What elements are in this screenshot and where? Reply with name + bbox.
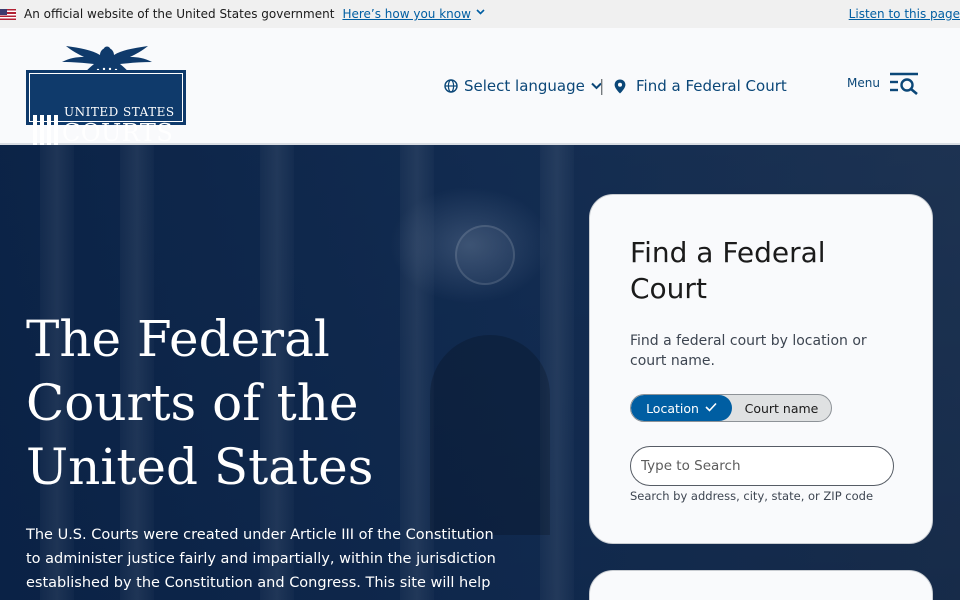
menu-search-icon bbox=[889, 72, 918, 95]
nav-separator: | bbox=[599, 76, 605, 95]
hero-description: The U.S. Courts were created under Artic… bbox=[26, 527, 496, 600]
check-icon bbox=[705, 401, 717, 415]
gov-banner: An official website of the United States… bbox=[0, 0, 960, 28]
menu-label: Menu bbox=[847, 76, 880, 90]
find-court-card-title: Find a Federal Court bbox=[630, 236, 826, 305]
find-federal-court-label: Find a Federal Court bbox=[636, 77, 787, 95]
menu-button[interactable]: Menu bbox=[847, 70, 920, 96]
logo-text-line1: UNITED STATES bbox=[64, 105, 175, 119]
heres-how-you-know-label: Here’s how you know bbox=[342, 7, 471, 21]
hero-title: The Federal Courts of the United States bbox=[26, 310, 374, 496]
court-name-option-label: Court name bbox=[744, 400, 819, 416]
find-court-card-description: Find a federal court by location or cour… bbox=[630, 333, 867, 369]
select-language-label: Select language bbox=[464, 77, 585, 95]
logo-plaque: UNITED STATES COURTS bbox=[26, 70, 186, 149]
location-option-label: Location bbox=[646, 400, 699, 416]
search-hint-text: Search by address, city, state, or ZIP c… bbox=[630, 489, 874, 503]
secondary-card bbox=[589, 570, 933, 600]
court-search-input[interactable] bbox=[630, 446, 894, 486]
us-courts-logo[interactable]: UNITED STATES COURTS bbox=[26, 42, 186, 149]
us-flag-icon bbox=[0, 8, 16, 20]
court-name-toggle-option[interactable]: Court name bbox=[732, 395, 831, 421]
chevron-down-icon bbox=[476, 8, 485, 18]
select-language-button[interactable]: Select language bbox=[444, 77, 608, 95]
official-site-text: An official website of the United States… bbox=[24, 7, 335, 21]
pillars-icon bbox=[33, 109, 59, 149]
search-mode-toggle: Location Court name bbox=[630, 394, 832, 422]
find-court-card: Find a Federal Court Find a federal cour… bbox=[589, 194, 933, 544]
site-header: UNITED STATES COURTS Select language | F… bbox=[0, 28, 960, 149]
listen-to-page-link[interactable]: Listen to this page bbox=[849, 7, 960, 21]
location-toggle-option[interactable]: Location bbox=[631, 395, 732, 421]
heres-how-you-know-link[interactable]: Here’s how you know bbox=[342, 7, 485, 21]
logo-text-line2: COURTS bbox=[62, 119, 174, 147]
globe-icon bbox=[444, 79, 458, 93]
hero-bg-clock bbox=[455, 225, 515, 285]
map-pin-icon bbox=[614, 79, 626, 93]
find-federal-court-link[interactable]: Find a Federal Court bbox=[614, 77, 787, 95]
